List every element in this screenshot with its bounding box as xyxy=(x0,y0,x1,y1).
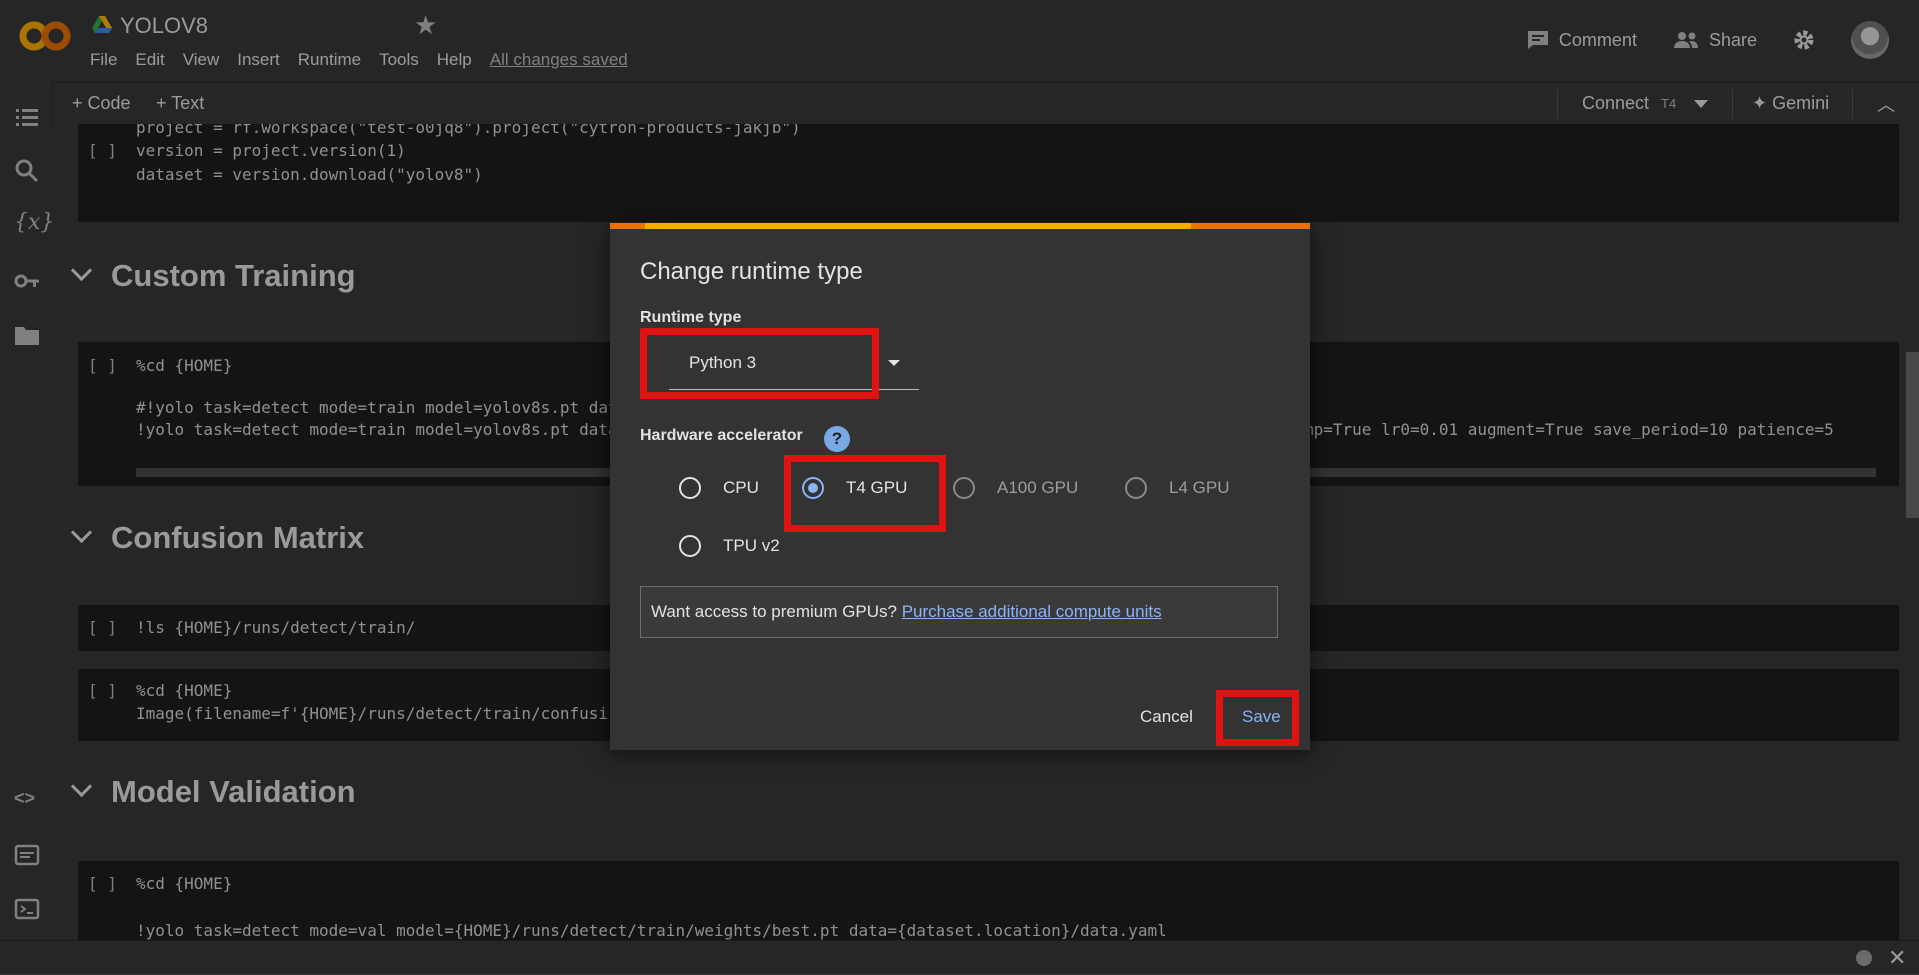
dialog-title: Change runtime type xyxy=(640,258,863,285)
highlight-box-save xyxy=(1216,690,1299,746)
help-icon[interactable]: ? xyxy=(824,426,850,452)
radio-cpu[interactable]: CPU xyxy=(679,477,759,499)
highlight-box-runtime xyxy=(640,328,879,399)
radio-button[interactable] xyxy=(679,535,701,557)
radio-l4-gpu[interactable]: L4 GPU xyxy=(1125,477,1229,499)
hardware-accelerator-label: Hardware accelerator xyxy=(640,427,803,444)
radio-label: TPU v2 xyxy=(723,536,780,555)
radio-button-disabled[interactable] xyxy=(1125,477,1147,499)
radio-a100-gpu[interactable]: A100 GPU xyxy=(953,477,1078,499)
purchase-compute-link[interactable]: Purchase additional compute units xyxy=(902,602,1162,621)
dialog-accent-bar xyxy=(610,223,1310,229)
highlight-box-t4-gpu xyxy=(784,455,946,532)
change-runtime-dialog: Change runtime type Runtime type Python … xyxy=(610,223,1310,750)
premium-gpu-banner: Want access to premium GPUs? Purchase ad… xyxy=(640,586,1278,638)
dropdown-arrow-icon xyxy=(888,360,900,366)
cancel-button[interactable]: Cancel xyxy=(1140,707,1193,727)
premium-text: Want access to premium GPUs? Purchase ad… xyxy=(651,602,1162,621)
radio-button[interactable] xyxy=(679,477,701,499)
radio-button-disabled[interactable] xyxy=(953,477,975,499)
runtime-type-label: Runtime type xyxy=(640,309,742,326)
radio-label: L4 GPU xyxy=(1169,478,1230,497)
radio-label: CPU xyxy=(723,478,759,497)
radio-label: A100 GPU xyxy=(997,478,1079,497)
radio-tpu-v2[interactable]: TPU v2 xyxy=(679,535,780,557)
